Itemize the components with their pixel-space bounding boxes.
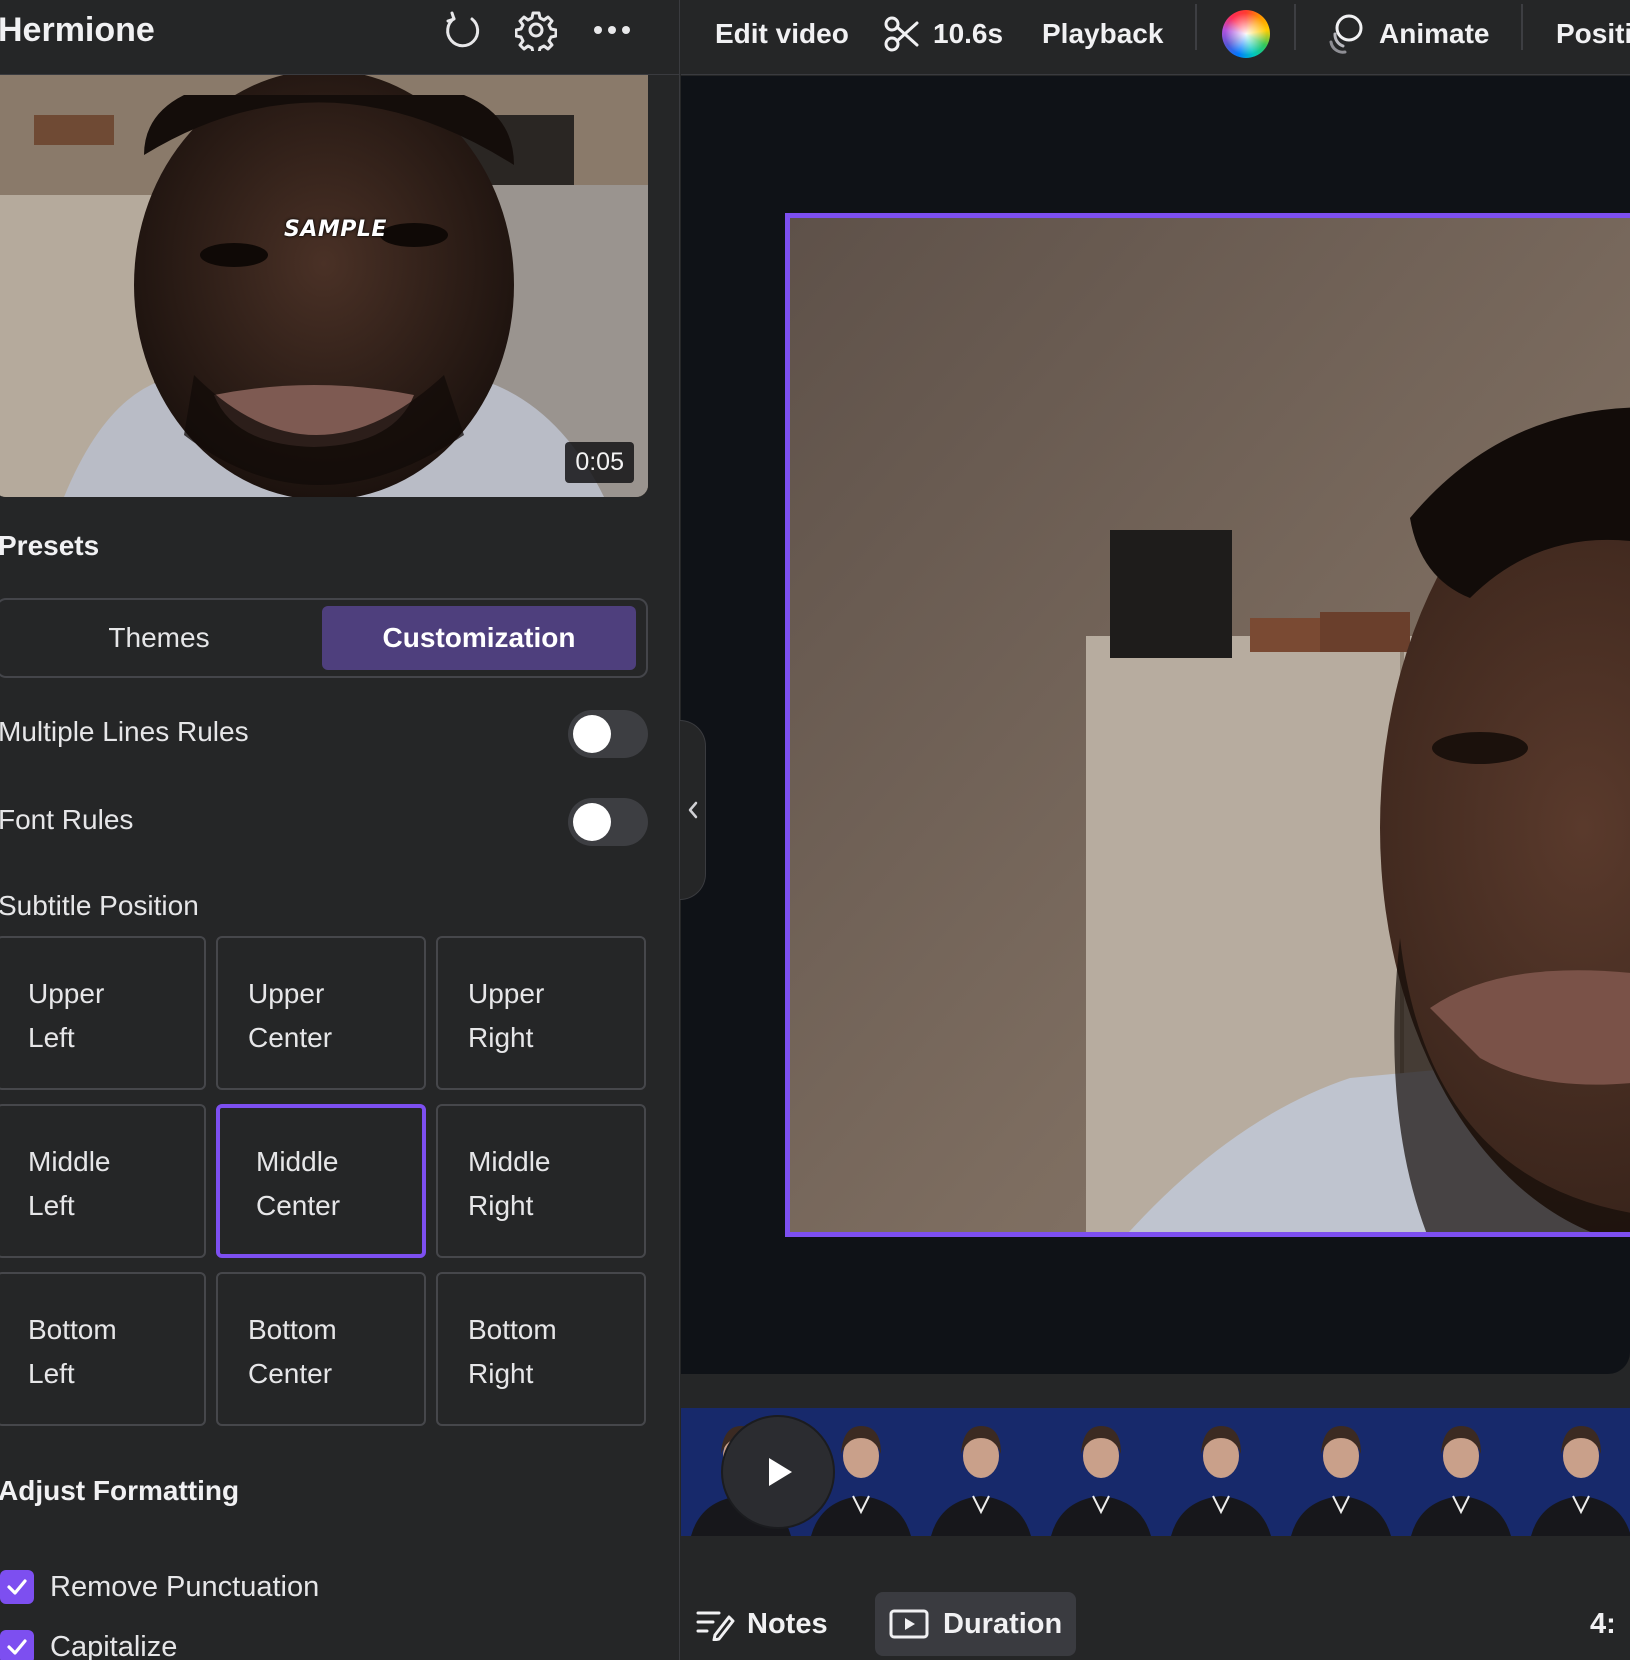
subtitle-panel: Hermione SAMPLE 0:05 Presets Themes Cust…: [0, 0, 680, 1660]
animate-button[interactable]: Animate: [1323, 10, 1489, 58]
presets-tabs: Themes Customization: [0, 598, 648, 678]
checkmark-icon: [7, 1579, 27, 1595]
adjust-formatting-heading: Adjust Formatting: [0, 1475, 240, 1506]
toolbar-divider: [1294, 4, 1296, 50]
panel-header: Hermione: [0, 0, 679, 75]
presets-heading: Presets: [0, 530, 100, 561]
capitalize-option[interactable]: Capitalize: [0, 1630, 177, 1660]
duration-icon: [889, 1609, 929, 1639]
edit-video-button[interactable]: Edit video: [715, 10, 849, 58]
position-middle-left[interactable]: Middle Left: [0, 1104, 206, 1258]
chevron-left-icon: [688, 801, 697, 819]
animate-icon: [1329, 14, 1363, 54]
play-button[interactable]: [721, 1415, 835, 1529]
caption-sample-text: SAMPLE: [284, 217, 387, 242]
play-icon: [769, 1458, 792, 1486]
position-bottom-center[interactable]: Bottom Center: [216, 1272, 426, 1426]
total-time-display: 4:: [1590, 1607, 1616, 1640]
position-bottom-right[interactable]: Bottom Right: [436, 1272, 646, 1426]
position-middle-right[interactable]: Middle Right: [436, 1104, 646, 1258]
more-icon[interactable]: [588, 6, 636, 54]
position-upper-center[interactable]: Upper Center: [216, 936, 426, 1090]
preview-timestamp: 0:05: [565, 442, 634, 483]
duration-button[interactable]: Duration: [875, 1592, 1077, 1656]
color-wheel-icon: [1222, 10, 1270, 58]
checkmark-icon: [7, 1639, 27, 1655]
capitalize-label: Capitalize: [50, 1630, 178, 1660]
scissors-icon: [884, 16, 919, 52]
duration-label: Duration: [943, 1607, 1063, 1640]
timeline-frame: [1161, 1408, 1281, 1536]
capitalize-checkbox[interactable]: [0, 1630, 34, 1660]
font-rules-label: Font Rules: [0, 804, 134, 835]
playback-button[interactable]: Playback: [1042, 10, 1163, 58]
notes-label: Notes: [747, 1607, 828, 1640]
tab-themes[interactable]: Themes: [2, 606, 316, 670]
position-button[interactable]: Positi: [1556, 10, 1630, 58]
collapse-panel-button[interactable]: [680, 720, 706, 900]
subtitle-position-grid: Upper Left Upper Center Upper Right Middle L…: [0, 936, 648, 1430]
position-upper-left[interactable]: Upper Left: [0, 936, 206, 1090]
position-middle-center[interactable]: Middle Center: [216, 1104, 426, 1258]
timeline-frame: [1041, 1408, 1161, 1536]
caption-preview-video[interactable]: SAMPLE 0:05: [0, 75, 648, 497]
position-bottom-left[interactable]: Bottom Left: [0, 1272, 206, 1426]
toggle-knob: [573, 803, 611, 841]
refresh-icon[interactable]: [438, 6, 486, 54]
timeline-frame: [1521, 1408, 1630, 1536]
timeline-frame: [1281, 1408, 1401, 1536]
multiple-lines-rules-toggle[interactable]: [568, 710, 648, 758]
panel-title: Hermione: [0, 11, 155, 49]
gear-icon[interactable]: [512, 6, 560, 54]
toolbar-divider: [1521, 4, 1523, 50]
timeline-frame: [1401, 1408, 1521, 1536]
remove-punctuation-checkbox[interactable]: [0, 1570, 34, 1604]
editor-toolbar: Edit video 10.6s Playback Animate Positi: [681, 0, 1630, 75]
clip-duration: 10.6s: [933, 18, 1004, 49]
remove-punctuation-label: Remove Punctuation: [50, 1570, 320, 1603]
toggle-knob: [573, 715, 611, 753]
tab-customization[interactable]: Customization: [322, 606, 636, 670]
selected-video-element[interactable]: [785, 213, 1630, 1237]
editor-canvas: [681, 76, 1630, 1374]
notes-button[interactable]: Notes: [681, 1592, 842, 1656]
font-rules-toggle[interactable]: [568, 798, 648, 846]
toolbar-divider: [1195, 4, 1197, 50]
trim-button[interactable]: 10.6s: [883, 10, 1003, 58]
remove-punctuation-option[interactable]: Remove Punctuation: [0, 1570, 319, 1604]
timeline-frame: [921, 1408, 1041, 1536]
notes-icon: [696, 1611, 735, 1641]
subtitle-position-heading: Subtitle Position: [0, 890, 199, 921]
position-upper-right[interactable]: Upper Right: [436, 936, 646, 1090]
color-adjust-button[interactable]: [1222, 10, 1270, 58]
multiple-lines-rules-label: Multiple Lines Rules: [0, 716, 249, 747]
bottom-bar: Notes Duration 4:: [681, 1560, 1630, 1660]
animate-label: Animate: [1379, 18, 1490, 49]
